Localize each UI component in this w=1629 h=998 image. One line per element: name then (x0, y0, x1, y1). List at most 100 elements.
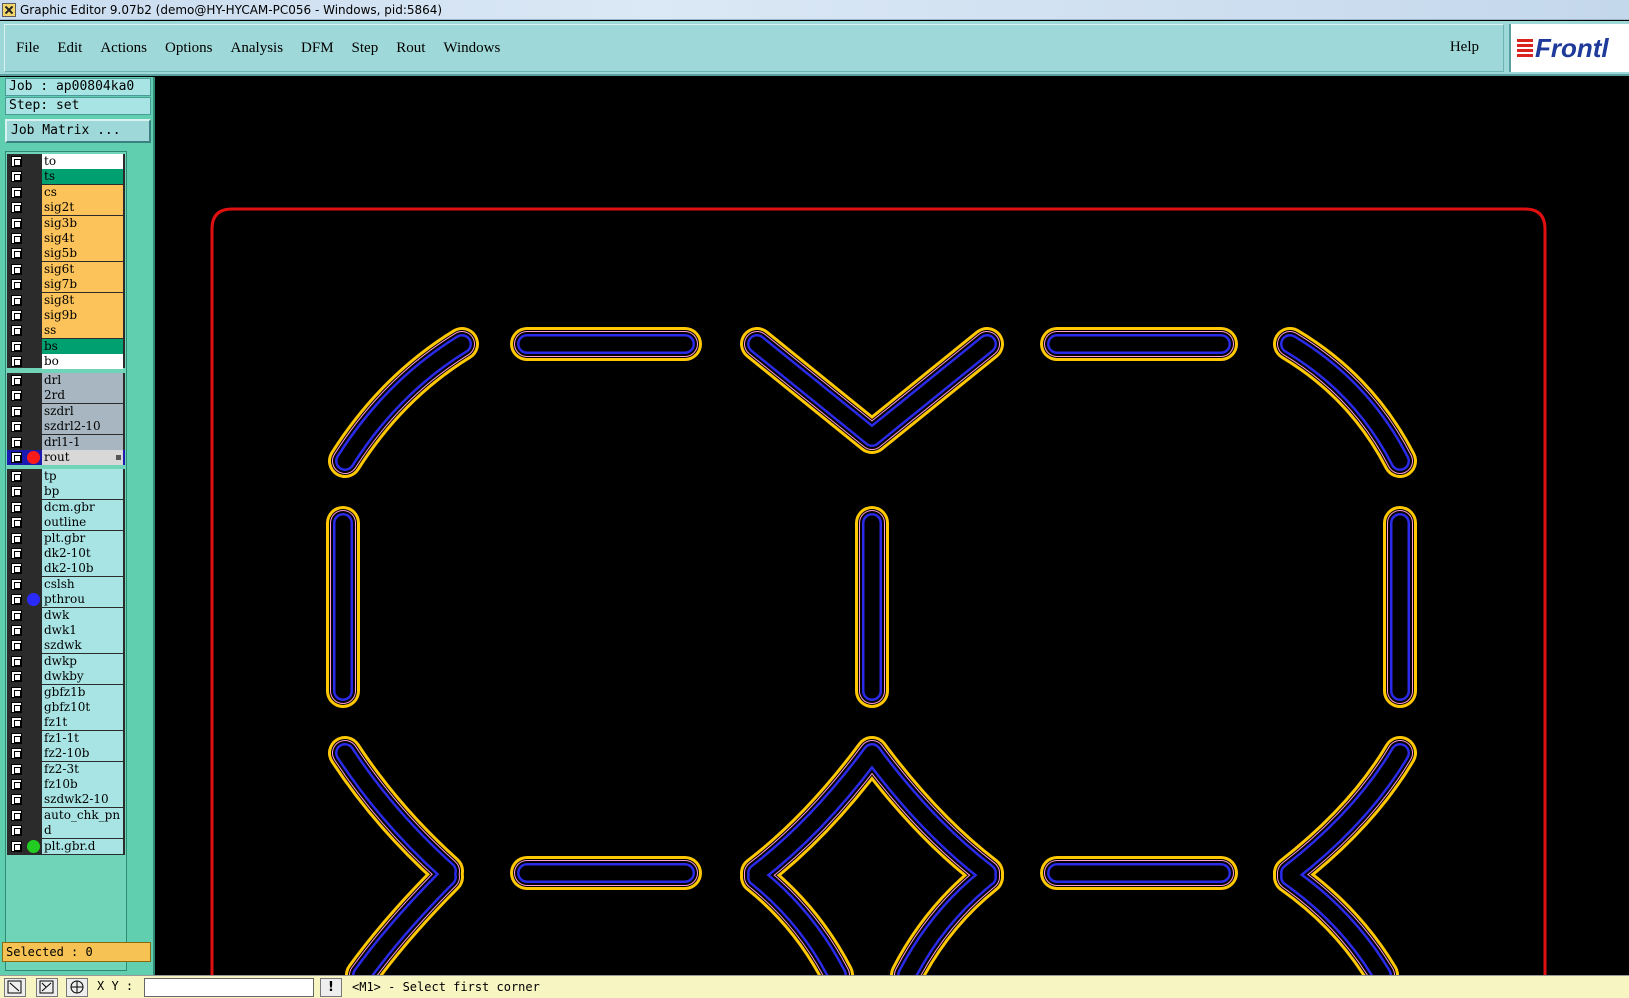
layer-row-d[interactable]: d (7, 823, 125, 839)
job-matrix-button[interactable]: Job Matrix ... (5, 119, 151, 143)
layer-checkbox[interactable] (11, 202, 22, 214)
layer-name[interactable]: sig7b (42, 277, 123, 293)
layer-name[interactable]: cslsh (42, 576, 123, 592)
layer-row-gbfz10t[interactable]: gbfz10t (7, 700, 125, 715)
layer-name[interactable]: fz1t (42, 715, 123, 731)
layer-name[interactable]: szdwk (42, 638, 123, 654)
layer-row-sig6t[interactable]: sig6t (7, 261, 125, 277)
layer-name[interactable]: auto_chk_pn (42, 807, 123, 823)
layer-name[interactable]: sig8t (42, 292, 123, 308)
layer-row-gbfz1b[interactable]: gbfz1b (7, 684, 125, 700)
layer-checkbox[interactable] (11, 279, 22, 291)
layer-checkbox[interactable] (11, 356, 22, 368)
layer-checkbox[interactable] (11, 625, 22, 636)
layer-name[interactable]: tp (42, 469, 123, 484)
layer-name[interactable]: dwkby (42, 669, 123, 685)
layer-row-fz2-10b[interactable]: fz2-10b (7, 746, 125, 762)
layer-row-cs[interactable]: cs (7, 184, 125, 200)
layer-row-fz1-1t[interactable]: fz1-1t (7, 730, 125, 746)
layer-row-dwkp[interactable]: dwkp (7, 653, 125, 669)
layer-name[interactable]: sig2t (42, 200, 123, 216)
layer-name[interactable]: plt.gbr.d (42, 838, 123, 854)
layer-checkbox[interactable] (11, 186, 22, 198)
layer-row-pthrou[interactable]: pthrou (7, 592, 125, 608)
grid-icon[interactable] (66, 978, 88, 997)
layer-color-dot[interactable] (27, 839, 40, 853)
menu-rout[interactable]: Rout (396, 40, 425, 57)
layer-row-dk2-10t[interactable]: dk2-10t (7, 546, 125, 561)
layer-row-bo[interactable]: bo (7, 354, 125, 370)
zoom-fit-icon[interactable] (36, 978, 58, 997)
layer-row-tp[interactable]: tp (7, 469, 125, 484)
menu-edit[interactable]: Edit (57, 40, 82, 57)
layer-checkbox[interactable] (11, 325, 22, 337)
layer-name[interactable]: fz2-10b (42, 746, 123, 762)
layer-row-bs[interactable]: bs (7, 338, 125, 354)
layer-checkbox[interactable] (11, 794, 22, 806)
layer-name[interactable]: ts (42, 169, 123, 185)
layer-name[interactable]: ss (42, 323, 123, 339)
layer-name[interactable]: drl (42, 373, 123, 388)
layer-row-drl1-1[interactable]: drl1-1 (7, 434, 125, 450)
layer-name[interactable]: dcm.gbr (42, 499, 123, 515)
layer-row-cslsh[interactable]: cslsh (7, 576, 125, 592)
layer-name[interactable]: szdrl (42, 403, 123, 419)
layer-row-bp[interactable]: bp (7, 484, 125, 500)
menu-file[interactable]: File (16, 40, 39, 57)
layer-name[interactable]: fz1-1t (42, 730, 123, 746)
layer-name[interactable]: dwkp (42, 653, 123, 669)
layer-name[interactable]: gbfz1b (42, 684, 123, 700)
layer-row-drl[interactable]: drl (7, 373, 125, 388)
layer-checkbox[interactable] (11, 594, 22, 606)
layer-row-rout[interactable]: rout (7, 450, 125, 465)
layer-row-sig3b[interactable]: sig3b (7, 215, 125, 231)
layer-row-plt.gbr.d[interactable]: plt.gbr.d (7, 838, 125, 854)
layer-row-sig5b[interactable]: sig5b (7, 246, 125, 262)
layer-checkbox[interactable] (11, 717, 22, 729)
layer-name[interactable]: rout (42, 450, 123, 465)
layer-checkbox[interactable] (11, 294, 22, 306)
layer-checkbox[interactable] (11, 840, 22, 852)
layer-checkbox[interactable] (11, 655, 22, 667)
layer-checkbox[interactable] (11, 563, 22, 575)
layer-row-dwk1[interactable]: dwk1 (7, 623, 125, 638)
layer-row-outline[interactable]: outline (7, 515, 125, 531)
layer-name[interactable]: d (42, 823, 123, 839)
layer-checkbox[interactable] (11, 233, 22, 244)
layer-checkbox[interactable] (11, 779, 22, 790)
layer-row-auto_chk_pn[interactable]: auto_chk_pn (7, 807, 125, 823)
layer-row-sig9b[interactable]: sig9b (7, 308, 125, 323)
layer-row-fz1t[interactable]: fz1t (7, 715, 125, 731)
menu-analysis[interactable]: Analysis (231, 40, 284, 57)
menu-options[interactable]: Options (165, 40, 213, 57)
layer-row-dk2-10b[interactable]: dk2-10b (7, 561, 125, 577)
layer-checkbox[interactable] (11, 471, 22, 482)
layer-name[interactable]: szdwk2-10 (42, 792, 123, 808)
layer-row-dcm.gbr[interactable]: dcm.gbr (7, 499, 125, 515)
layer-name[interactable]: sig4t (42, 231, 123, 246)
pcb-view[interactable] (157, 77, 1629, 975)
layer-name[interactable]: 2rd (42, 388, 123, 404)
menu-help[interactable]: Help (1450, 39, 1479, 56)
menu-dfm[interactable]: DFM (301, 40, 334, 57)
layer-name[interactable]: sig9b (42, 308, 123, 323)
layer-row-sig4t[interactable]: sig4t (7, 231, 125, 246)
layer-row-fz10b[interactable]: fz10b (7, 777, 125, 792)
layer-name[interactable]: dk2-10t (42, 546, 123, 561)
layer-name[interactable]: outline (42, 515, 123, 531)
layer-row-dwkby[interactable]: dwkby (7, 669, 125, 685)
layer-checkbox[interactable] (11, 825, 22, 837)
layer-name[interactable]: dwk1 (42, 623, 123, 638)
layer-checkbox[interactable] (11, 310, 22, 321)
layer-row-szdrl[interactable]: szdrl (7, 403, 125, 419)
layer-color-dot[interactable] (27, 593, 40, 607)
layer-row-sig8t[interactable]: sig8t (7, 292, 125, 308)
layer-name[interactable]: fz2-3t (42, 761, 123, 777)
layer-name[interactable]: cs (42, 184, 123, 200)
layer-row-plt.gbr[interactable]: plt.gbr (7, 530, 125, 546)
layer-checkbox[interactable] (11, 548, 22, 559)
layer-checkbox[interactable] (11, 517, 22, 529)
layer-checkbox[interactable] (11, 763, 22, 775)
layer-name[interactable]: bs (42, 338, 123, 354)
layer-row-ss[interactable]: ss (7, 323, 125, 339)
